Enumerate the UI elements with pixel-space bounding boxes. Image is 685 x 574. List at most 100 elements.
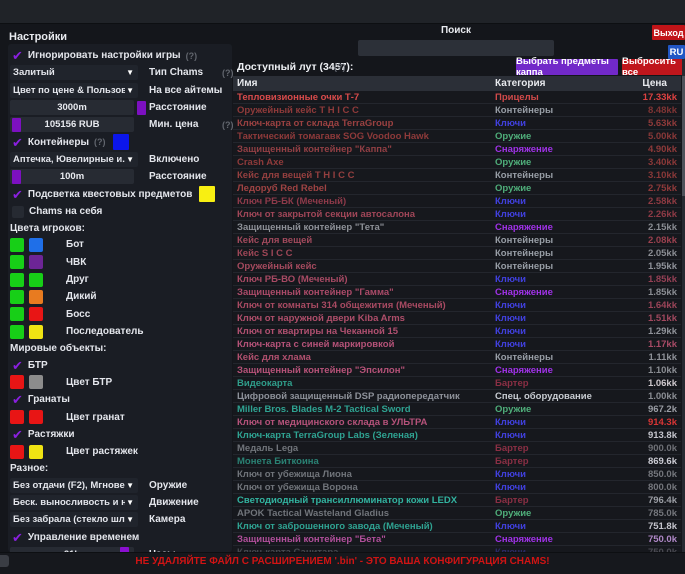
table-row[interactable]: Ключ от медицинского склада в УЛЬТРА Клю… [233, 416, 681, 429]
color-swatch[interactable] [10, 410, 24, 424]
all-items-dropdown[interactable]: Цвет по цене & Пользователь ▼ [10, 83, 138, 98]
table-row[interactable]: Оружейный кейс Контейнеры 1.95kk [233, 260, 681, 273]
player-color-label: Бот [66, 239, 84, 250]
table-row[interactable]: Видеокарта Бартер 1.06kk [233, 377, 681, 390]
movement-dropdown[interactable]: Беск. выносливость и нет уста ▼ [10, 495, 138, 510]
dropdown-value: Без забрала (стекло шлема) [13, 514, 125, 525]
distance-row: 3000m Расстояние [10, 99, 232, 116]
quest-color-swatch[interactable] [199, 186, 215, 202]
slider-handle[interactable] [137, 101, 146, 115]
table-row[interactable]: Кейс для хлама Контейнеры 1.11kk [233, 351, 681, 364]
table-row[interactable]: Защищенный контейнер "Эпсилон" Снаряжени… [233, 364, 681, 377]
table-row[interactable]: Ключ от квартиры на Чеканной 15 Ключи 1.… [233, 325, 681, 338]
checkbox-chams-self[interactable]: Chams на себя [10, 203, 232, 220]
slider-handle[interactable] [12, 170, 21, 184]
item-name: Монета Биткоина [233, 456, 495, 467]
color-swatch[interactable] [29, 307, 43, 321]
table-row[interactable]: Ключ-карта с синей маркировкой Ключи 1.1… [233, 338, 681, 351]
table-row[interactable]: Кейс для вещей Контейнеры 2.08kk [233, 234, 681, 247]
color-swatch[interactable] [10, 273, 24, 287]
table-row[interactable]: Ключ от убежища Лиона Ключи 850.0k [233, 468, 681, 481]
column-header-price[interactable]: Цена [625, 78, 681, 89]
table-row[interactable]: Тактический томагавк SOG Voodoo Hawk Ору… [233, 130, 681, 143]
help-icon[interactable]: (?) [222, 68, 234, 78]
camera-dropdown[interactable]: Без забрала (стекло шлема) ▼ [10, 512, 138, 527]
containers-color-swatch[interactable] [113, 134, 129, 150]
player-color-label: ЧВК [66, 257, 86, 268]
color-swatch[interactable] [29, 255, 43, 269]
color-swatch[interactable] [10, 238, 24, 252]
checkbox-ignore-game-settings[interactable]: ✔ Игнорировать настройки игры (?) [10, 47, 232, 64]
distance-slider[interactable]: 3000m [10, 100, 134, 115]
checkbox-btr[interactable]: ✔ БТР [10, 357, 232, 374]
color-swatch[interactable] [29, 273, 43, 287]
exit-button[interactable]: Выход [652, 25, 685, 40]
table-row[interactable]: Ключ от закрытой секции автосалона Ключи… [233, 208, 681, 221]
corner-handle[interactable] [0, 555, 9, 567]
table-row[interactable]: Защищенный контейнер "Тета" Снаряжение 2… [233, 221, 681, 234]
table-row[interactable]: Защищенный контейнер "Бета" Снаряжение 7… [233, 533, 681, 546]
color-swatch[interactable] [10, 325, 24, 339]
item-category: Оружие [495, 183, 625, 194]
color-swatch[interactable] [29, 290, 43, 304]
item-category: Оружие [495, 404, 625, 415]
table-row[interactable]: Ледоруб Red Rebel Оружие 2.75kk [233, 182, 681, 195]
table-row[interactable]: Защищенный контейнер "Каппа" Снаряжение … [233, 143, 681, 156]
item-category: Оружие [495, 157, 625, 168]
table-row[interactable]: Crash Axe Оружие 3.40kk [233, 156, 681, 169]
help-icon[interactable]: (?) [334, 62, 346, 72]
item-category: Оружие [495, 508, 625, 519]
table-row[interactable]: Ключ РБ-ВО (Меченый) Ключи 1.85kk [233, 273, 681, 286]
color-swatch[interactable] [29, 238, 43, 252]
table-row[interactable]: Ключ от убежища Ворона Ключи 800.0k [233, 481, 681, 494]
table-row[interactable]: Ключ-карта TerraGroup Labs (Зеленая) Клю… [233, 429, 681, 442]
containers-filter-dropdown[interactable]: Аптечка, Ювелирные и... ▼ [10, 152, 138, 167]
checkbox-quest-highlight[interactable]: ✔ Подсветка квестовых предметов [10, 186, 232, 203]
table-row[interactable]: Miller Bros. Blades M-2 Tactical Sword О… [233, 403, 681, 416]
table-row[interactable]: Защищенный контейнер "Гамма" Снаряжение … [233, 286, 681, 299]
table-row[interactable]: Кейс S I C C Контейнеры 2.05kk [233, 247, 681, 260]
table-row[interactable]: Оружейный кейс T H I C C Контейнеры 8.48… [233, 104, 681, 117]
search-input[interactable] [358, 40, 554, 56]
help-icon[interactable]: (?) [94, 137, 106, 147]
color-swatch[interactable] [29, 410, 43, 424]
weapon-dropdown[interactable]: Без отдачи (F2), Мгновенное п ▼ [10, 478, 138, 493]
checkbox-time-control[interactable]: ✔ Управление временем [10, 529, 232, 546]
table-row[interactable]: Ключ РБ-БК (Меченый) Ключи 2.58kk [233, 195, 681, 208]
min-price-slider[interactable]: 105156 RUB [10, 117, 134, 132]
table-row[interactable]: Медаль Lega Бартер 900.0k [233, 442, 681, 455]
table-row[interactable]: Ключ-карта от склада TerraGroup Ключи 5.… [233, 117, 681, 130]
checkbox-tripwires[interactable]: ✔ Растяжки [10, 426, 232, 443]
containers-distance-slider[interactable]: 100m [10, 169, 134, 184]
help-icon[interactable]: (?) [186, 51, 198, 61]
column-header-name[interactable]: Имя [233, 78, 495, 89]
column-header-category[interactable]: Категория [495, 78, 625, 89]
help-icon[interactable]: (?) [222, 120, 234, 130]
color-swatch[interactable] [29, 375, 43, 389]
checkbox-grenades[interactable]: ✔ Гранаты [10, 391, 232, 408]
checkbox-label: Chams на себя [29, 206, 102, 217]
table-row[interactable]: Ключ от комнаты 314 общежития (Меченый) … [233, 299, 681, 312]
table-row[interactable]: APOK Tactical Wasteland Gladius Оружие 7… [233, 507, 681, 520]
color-swatch[interactable] [10, 445, 24, 459]
chams-type-dropdown[interactable]: Залитый ▼ [10, 65, 138, 80]
item-category: Ключи [495, 196, 625, 207]
color-swatch[interactable] [29, 325, 43, 339]
table-row[interactable]: Монета Биткоина Бартер 869.6k [233, 455, 681, 468]
checkmark-icon: ✔ [12, 428, 23, 441]
slider-handle[interactable] [12, 118, 21, 132]
select-kappa-button[interactable]: Выбрать предметы каппа [516, 59, 618, 75]
table-row[interactable]: Ключ от заброшенного завода (Меченый) Кл… [233, 520, 681, 533]
color-swatch[interactable] [10, 307, 24, 321]
table-row[interactable]: Кейс для вещей T H I C C Контейнеры 3.10… [233, 169, 681, 182]
table-row[interactable]: Тепловизионные очки Т-7 Прицелы 17.33kk [233, 91, 681, 104]
color-swatch[interactable] [29, 445, 43, 459]
table-row[interactable]: Ключ от наружной двери Kiba Arms Ключи 1… [233, 312, 681, 325]
table-row[interactable]: Светодиодный трансиллюминатор кожи LEDX … [233, 494, 681, 507]
color-swatch[interactable] [10, 290, 24, 304]
table-row[interactable]: Цифровой защищенный DSP радиопередатчик … [233, 390, 681, 403]
color-swatch[interactable] [10, 255, 24, 269]
color-swatch[interactable] [10, 375, 24, 389]
checkbox-containers[interactable]: ✔ Контейнеры (?) [10, 134, 232, 151]
drop-all-button[interactable]: Выбросить все [622, 59, 685, 75]
